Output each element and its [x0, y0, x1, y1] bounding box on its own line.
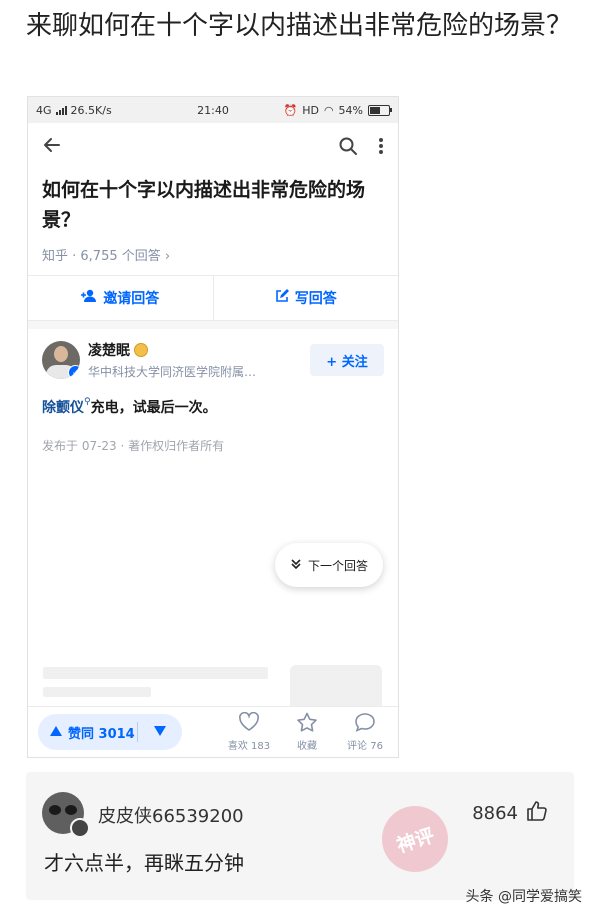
triangle-up-icon: [50, 725, 62, 740]
comment-like-count: 8864: [472, 803, 518, 824]
back-arrow-icon[interactable]: [42, 135, 62, 161]
hd-indicator: HD: [302, 103, 319, 117]
status-bar: 4G 26.5K/s 21:40 ⏰ HD ◠ 54%: [28, 97, 398, 123]
battery-percent: 54%: [338, 103, 363, 117]
top-comment: 皮皮侠66539200 8864 才六点半，再眯五分钟 神评: [26, 772, 574, 900]
verified-icon: ✓: [68, 365, 80, 379]
invite-label: 邀请回答: [103, 291, 160, 307]
upvote-button[interactable]: 赞同 3014: [38, 723, 137, 742]
question-title[interactable]: 如何在十个字以内描述出非常危险的场景？: [28, 175, 398, 235]
add-user-icon: [81, 289, 97, 307]
vote-control: 赞同 3014: [38, 714, 182, 750]
answer-keyword-link[interactable]: 除颤仪: [42, 400, 84, 416]
write-answer-button[interactable]: 写回答: [212, 276, 399, 320]
comment-username[interactable]: 皮皮侠66539200: [98, 802, 244, 828]
search-icon[interactable]: [338, 136, 358, 160]
search-small-icon: ⚲: [84, 397, 91, 407]
answer-text: 充电，试最后一次。: [90, 400, 217, 416]
signal-icon: [55, 105, 67, 115]
avatar[interactable]: ✓: [42, 341, 80, 379]
star-icon: [296, 712, 318, 735]
double-chevron-down-icon: [290, 558, 302, 573]
alarm-icon: ⏰: [283, 103, 298, 117]
author-name[interactable]: 凌楚眠: [88, 340, 130, 360]
section-divider: [28, 321, 398, 329]
question-actions: 邀请回答 写回答: [28, 275, 398, 321]
comment-button[interactable]: 评论 76: [342, 712, 388, 752]
downvote-button[interactable]: [138, 725, 182, 740]
watermark: 头条 @同学爱搞笑: [465, 889, 582, 905]
collect-label: 收藏: [297, 741, 317, 752]
loading-placeholder: [43, 667, 268, 679]
battery-icon: [368, 104, 392, 116]
phone-screenshot: 4G 26.5K/s 21:40 ⏰ HD ◠ 54% 如何在十个字以内描述出非…: [27, 96, 399, 758]
collect-button[interactable]: 收藏: [284, 712, 330, 752]
hot-comment-stamp: 神评: [373, 797, 457, 881]
like-button[interactable]: 喜欢 183: [226, 711, 272, 752]
wifi-icon: ◠: [323, 103, 334, 117]
loading-placeholder: [43, 687, 151, 697]
triangle-down-icon: [154, 725, 166, 740]
answer-content[interactable]: 除颤仪⚲充电，试最后一次。: [28, 397, 398, 417]
medal-icon: [134, 343, 148, 357]
answer-author: ✓ 凌楚眠 华中科技大学同济医学院附属… + 关注: [28, 329, 398, 381]
more-vertical-icon[interactable]: [378, 136, 384, 160]
publish-meta: 发布于 07-23 · 著作权归作者所有: [42, 439, 225, 453]
comment-text: 才六点半，再眯五分钟: [44, 851, 244, 875]
next-answer-label: 下一个回答: [307, 558, 368, 573]
user-badge-icon: [70, 818, 90, 838]
network-type: 4G: [36, 103, 52, 117]
heart-icon: [238, 711, 260, 735]
comment-label: 评论 76: [347, 741, 383, 752]
invite-answer-button[interactable]: 邀请回答: [28, 276, 213, 320]
nav-bar: [28, 123, 398, 173]
thumbs-up-icon: [526, 800, 548, 827]
follow-button[interactable]: + 关注: [310, 344, 384, 376]
next-answer-button[interactable]: 下一个回答: [275, 543, 383, 587]
comment-bubble-icon: [354, 712, 376, 735]
write-label: 写回答: [294, 291, 337, 307]
upvote-label: 赞同 3014: [68, 726, 135, 742]
network-speed: 26.5K/s: [70, 103, 112, 117]
author-bio: 华中科技大学同济医学院附属…: [88, 365, 257, 379]
comment-like-button[interactable]: 8864: [472, 800, 548, 827]
question-meta[interactable]: 知乎 · 6,755 个回答 ›: [28, 245, 398, 267]
bottom-bar: 赞同 3014 喜欢 183 收藏 评论 76: [28, 706, 398, 757]
like-label: 喜欢 183: [227, 741, 271, 752]
post-title: 来聊如何在十个字以内描述出非常危险的场景？: [26, 11, 573, 41]
edit-icon: [275, 289, 289, 307]
